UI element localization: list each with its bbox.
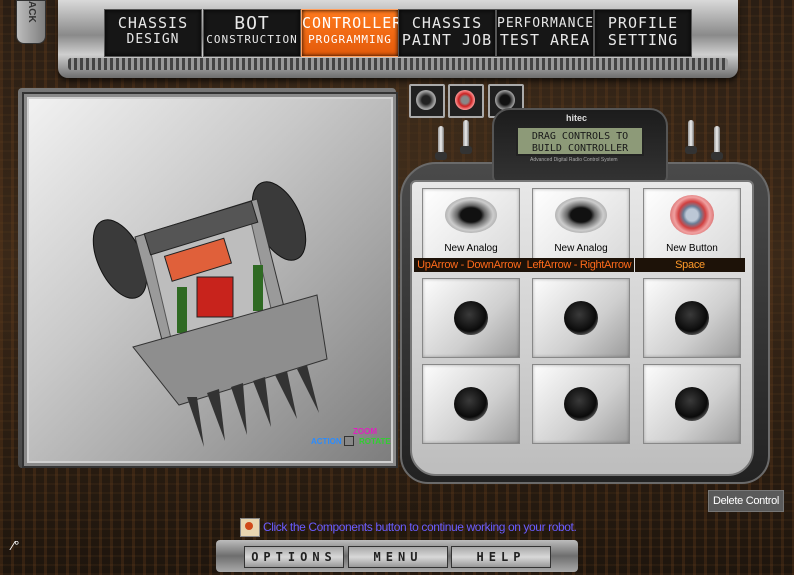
empty-slot[interactable] bbox=[422, 278, 520, 358]
empty-socket-icon bbox=[675, 301, 709, 335]
legend-center-icon bbox=[344, 436, 354, 446]
analog-knob-icon bbox=[445, 197, 497, 233]
tab-performance-test-area[interactable]: PERFORMANCE TEST AREA bbox=[496, 9, 594, 57]
loading-spinner-icon: ⁄° bbox=[12, 538, 20, 553]
tab-controller-programming[interactable]: CONTROLLER PROGRAMMING bbox=[301, 9, 403, 57]
tab-chassis-design[interactable]: CHASSIS DESIGN bbox=[104, 9, 202, 57]
nav-rail bbox=[68, 58, 728, 70]
empty-socket-icon bbox=[564, 387, 598, 421]
empty-socket-icon bbox=[675, 387, 709, 421]
tab-chassis-paint-job[interactable]: CHASSIS PAINT JOB bbox=[398, 9, 496, 57]
view-control-legend: ZOOM ACTION ROTATE bbox=[309, 427, 391, 449]
tab-line2: DESIGN bbox=[126, 32, 180, 47]
tab-line2: TEST AREA bbox=[499, 31, 591, 49]
empty-slot[interactable] bbox=[532, 364, 630, 444]
robot-illustration bbox=[92, 181, 328, 447]
slot-name: New Analog bbox=[444, 243, 498, 254]
control-slot-3[interactable]: New Button bbox=[643, 188, 741, 268]
robot-viewport[interactable]: ZOOM ACTION ROTATE bbox=[24, 94, 396, 466]
back-tab-label: ACK bbox=[26, 1, 37, 23]
tab-line2: CONSTRUCTION bbox=[206, 33, 298, 46]
back-tab[interactable]: ACK bbox=[16, 0, 46, 44]
empty-socket-icon bbox=[564, 301, 598, 335]
slot-name: New Button bbox=[666, 243, 718, 254]
component-button-button[interactable] bbox=[448, 84, 484, 118]
toggle-switch-icon bbox=[460, 120, 472, 154]
empty-slot[interactable] bbox=[422, 364, 520, 444]
tab-line2: SETTING bbox=[607, 31, 679, 49]
red-button-icon bbox=[455, 90, 475, 110]
control-slot-2[interactable]: New Analog bbox=[532, 188, 630, 268]
hint-icon bbox=[240, 518, 260, 537]
tab-line1: CONTROLLER bbox=[302, 14, 403, 32]
tab-line1: PERFORMANCE bbox=[497, 16, 595, 31]
tab-bot-construction[interactable]: BOT CONSTRUCTION bbox=[203, 9, 301, 57]
tab-line2: PROGRAMMING bbox=[308, 33, 392, 46]
analog-knob-icon bbox=[555, 197, 607, 233]
tab-line1: CHASSIS bbox=[117, 14, 189, 32]
menu-button[interactable]: MENU bbox=[348, 546, 448, 568]
empty-slot[interactable] bbox=[643, 278, 741, 358]
help-button[interactable]: HELP bbox=[451, 546, 551, 568]
tab-line1: PROFILE bbox=[607, 14, 679, 32]
options-button[interactable]: OPTIONS bbox=[244, 546, 344, 568]
toggle-switch-icon bbox=[711, 126, 723, 160]
empty-socket-icon bbox=[454, 301, 488, 335]
tab-profile-setting[interactable]: PROFILE SETTING bbox=[594, 9, 692, 57]
delete-control-button[interactable]: Delete Control bbox=[708, 490, 784, 512]
key-binding-3: Space bbox=[635, 258, 745, 272]
tab-line2: PAINT JOB bbox=[401, 31, 493, 49]
slot-name: New Analog bbox=[554, 243, 608, 254]
zoom-label: ZOOM bbox=[353, 427, 377, 436]
lcd-line2: BUILD CONTROLLER bbox=[531, 143, 629, 154]
key-binding-1: UpArrow - DownArrow bbox=[414, 258, 524, 272]
button-knob-icon bbox=[670, 195, 714, 235]
empty-slot[interactable] bbox=[532, 278, 630, 358]
tab-line1: CHASSIS bbox=[411, 14, 483, 32]
empty-socket-icon bbox=[454, 387, 488, 421]
toggle-switch-icon bbox=[435, 126, 447, 160]
component-analog-button[interactable] bbox=[409, 84, 445, 118]
rotate-label: ROTATE bbox=[359, 437, 391, 446]
lcd-line1: DRAG CONTROLS TO bbox=[531, 131, 629, 142]
empty-slot[interactable] bbox=[643, 364, 741, 444]
analog-stick-icon bbox=[416, 90, 436, 110]
key-binding-2: LeftArrow - RightArrow bbox=[524, 258, 634, 272]
tab-line1: BOT bbox=[234, 13, 270, 34]
hint-text: Click the Components button to continue … bbox=[263, 520, 577, 534]
joystick-knob-icon bbox=[495, 90, 515, 110]
toggle-switch-icon bbox=[685, 120, 697, 154]
action-label: ACTION bbox=[311, 437, 342, 446]
lcd-subtitle: Advanced Digital Radio Control System bbox=[530, 157, 618, 163]
lcd-display: DRAG CONTROLS TO BUILD CONTROLLER bbox=[516, 126, 644, 156]
brand-logo: hitec bbox=[566, 113, 588, 123]
control-slot-1[interactable]: New Analog bbox=[422, 188, 520, 268]
